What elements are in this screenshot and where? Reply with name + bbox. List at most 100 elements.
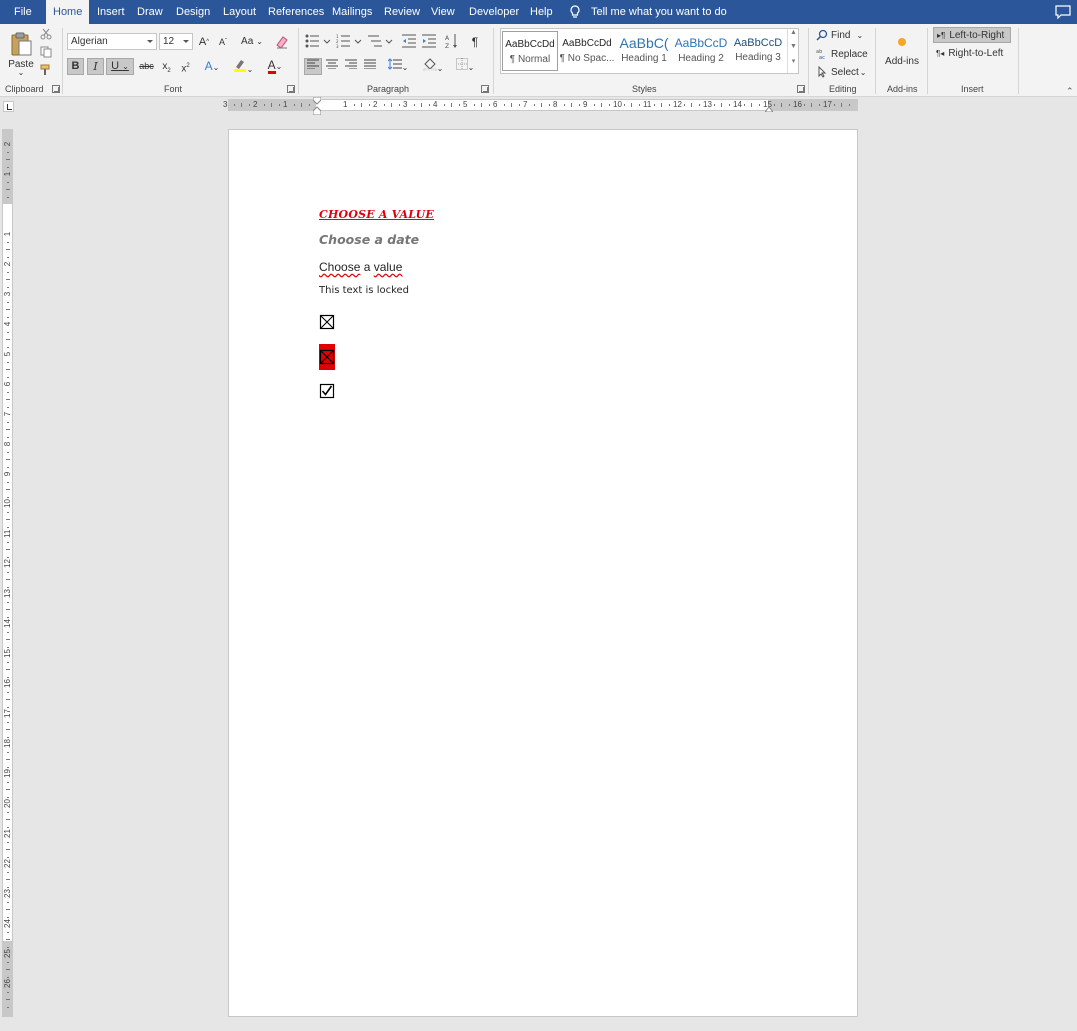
clear-formatting-icon[interactable] xyxy=(275,35,289,49)
borders-button[interactable]: ⌄ xyxy=(452,58,478,75)
align-center-button[interactable] xyxy=(323,58,340,75)
tab-insert[interactable]: Insert xyxy=(97,0,125,24)
style-heading-1[interactable]: AaBbC( Heading 1 xyxy=(616,31,672,71)
style-no-spacing[interactable]: AaBbCcDd ¶ No Spac... xyxy=(559,31,615,71)
document-page[interactable]: Choose a Value Choose a date Choose a va… xyxy=(228,129,858,1017)
styles-launcher-icon[interactable] xyxy=(797,85,805,93)
underline-button[interactable]: U ⌄ xyxy=(106,58,134,75)
left-to-right-button[interactable]: ▸¶ Left-to-Right xyxy=(933,27,1011,43)
paragraph-launcher-icon[interactable] xyxy=(481,85,489,93)
subscript-button[interactable]: x2 xyxy=(158,58,175,75)
numbering-icon[interactable]: 1 2 3 xyxy=(336,34,362,48)
tab-developer[interactable]: Developer xyxy=(469,0,519,24)
tab-stop-selector-icon[interactable] xyxy=(3,101,14,112)
ruler-tick xyxy=(578,104,580,106)
ruler-tick xyxy=(691,103,692,107)
italic-button[interactable]: I xyxy=(87,58,104,75)
style-heading-2[interactable]: AaBbCcD Heading 2 xyxy=(673,31,729,71)
vertical-ruler[interactable]: 2 1 1 2 3 4 5 6 7 8 9 10 11 12 13 14 15 16 17 18 19 20 21 22 23 2… xyxy=(2,129,13,1017)
ruler-number: 5 xyxy=(463,100,468,109)
strikethrough-button[interactable]: abc xyxy=(138,58,155,75)
styles-gallery: AaBbCcDd ¶ Normal AaBbCcDd ¶ No Spac... … xyxy=(500,28,799,74)
ruler-tick xyxy=(6,489,10,490)
ruler-tick xyxy=(7,901,9,903)
decrease-indent-icon[interactable] xyxy=(401,34,417,48)
text-effects-button[interactable]: A⌄ xyxy=(200,58,224,75)
ruler-tick xyxy=(481,103,482,107)
tab-layout[interactable]: Layout xyxy=(223,0,256,24)
tab-mailings[interactable]: Mailings xyxy=(332,0,372,24)
checkbox-crossed-highlighted-icon[interactable] xyxy=(319,344,335,370)
bold-button[interactable]: B xyxy=(67,58,84,75)
tell-me-search[interactable]: Tell me what you want to do xyxy=(569,0,727,24)
borders-icon xyxy=(455,58,468,70)
ruler-tick xyxy=(683,104,685,106)
svg-text:ac: ac xyxy=(819,55,825,60)
find-label: Find xyxy=(831,29,851,41)
tab-references[interactable]: References xyxy=(268,0,324,24)
add-ins-button[interactable]: Add-ins xyxy=(882,32,922,70)
font-color-button[interactable]: A⌄ xyxy=(262,58,288,75)
styles-scroll[interactable]: ▲ ▼ ▾ xyxy=(787,29,799,73)
ruler-number: 7 xyxy=(523,100,528,109)
replace-button[interactable]: ab ac Replace xyxy=(816,47,868,61)
change-case-label: Aa xyxy=(241,36,254,47)
font-size-combo[interactable]: 12 xyxy=(159,33,193,50)
collapse-ribbon-icon[interactable]: ⌃ xyxy=(1066,86,1074,97)
chevron-down-icon[interactable]: ▼ xyxy=(788,43,799,57)
ruler-tick xyxy=(7,496,9,498)
sort-icon[interactable]: AZ xyxy=(445,33,459,49)
horizontal-ruler[interactable]: 3 2 1 1 2 3 4 5 6 7 8 9 10 11 12 13 14 15 16 17 xyxy=(223,99,858,111)
date-picker-content-control[interactable]: Choose a date xyxy=(319,232,419,247)
tab-file[interactable]: File xyxy=(14,0,32,24)
justify-button[interactable] xyxy=(361,58,378,75)
format-painter-icon[interactable] xyxy=(40,64,52,76)
right-indent-marker-icon[interactable] xyxy=(765,104,773,112)
dropdown-content-control[interactable]: Choose a value xyxy=(319,260,402,274)
checkbox-crossed-icon[interactable] xyxy=(319,314,335,330)
show-formatting-marks-icon[interactable]: ¶ xyxy=(468,33,482,50)
highlight-color-button[interactable]: ⌄ xyxy=(230,58,256,75)
style-heading-3[interactable]: AaBbCcD Heading 3 xyxy=(730,31,786,71)
chevron-up-icon[interactable]: ▲ xyxy=(788,29,799,43)
tab-design[interactable]: Design xyxy=(176,0,210,24)
shading-button[interactable]: ⌄ xyxy=(420,58,446,75)
ruler-tick xyxy=(391,103,392,107)
multilevel-list-icon[interactable] xyxy=(367,34,393,48)
comments-icon[interactable] xyxy=(1055,5,1071,19)
right-to-left-button[interactable]: ¶◂ Right-to-Left xyxy=(933,45,1011,61)
font-name-combo[interactable]: Algerian xyxy=(67,33,157,50)
checkbox-checked-icon[interactable] xyxy=(319,383,335,399)
tab-help[interactable]: Help xyxy=(530,0,553,24)
ruler-tick xyxy=(563,104,565,106)
font-launcher-icon[interactable] xyxy=(287,85,295,93)
increase-indent-icon[interactable] xyxy=(421,34,437,48)
copy-icon[interactable] xyxy=(40,46,52,58)
line-spacing-icon xyxy=(387,58,402,70)
clipboard-launcher-icon[interactable] xyxy=(52,85,60,93)
ruler-number: 17 xyxy=(3,709,12,718)
tab-view[interactable]: View xyxy=(431,0,455,24)
align-left-button[interactable] xyxy=(304,58,322,75)
cut-icon[interactable] xyxy=(40,28,52,40)
ruler-tick xyxy=(7,586,9,588)
ruler-tick xyxy=(7,961,9,963)
font-size-value: 12 xyxy=(163,36,175,47)
tab-draw[interactable]: Draw xyxy=(137,0,163,24)
line-spacing-button[interactable]: ⌄ xyxy=(385,58,411,75)
combo-box-content-control[interactable]: Choose a Value xyxy=(319,208,434,221)
tab-review[interactable]: Review xyxy=(384,0,420,24)
more-styles-icon[interactable]: ▾ xyxy=(788,57,799,71)
paste-button[interactable]: Paste ⌄ xyxy=(6,27,36,79)
superscript-button[interactable]: x2 xyxy=(177,58,194,75)
shrink-font-button[interactable]: Aˇ xyxy=(216,33,230,50)
find-button[interactable]: Find ⌄ xyxy=(816,28,863,42)
align-right-button[interactable] xyxy=(342,58,359,75)
tab-home[interactable]: Home xyxy=(46,0,90,24)
bullets-icon[interactable] xyxy=(305,34,331,48)
select-button[interactable]: Select ⌄ xyxy=(816,65,867,79)
style-normal[interactable]: AaBbCcDd ¶ Normal xyxy=(502,31,558,71)
grow-font-button[interactable]: A ^ xyxy=(197,33,211,50)
indent-marker-icon[interactable] xyxy=(313,97,321,115)
change-case-button[interactable]: Aa ⌄ xyxy=(238,33,266,50)
